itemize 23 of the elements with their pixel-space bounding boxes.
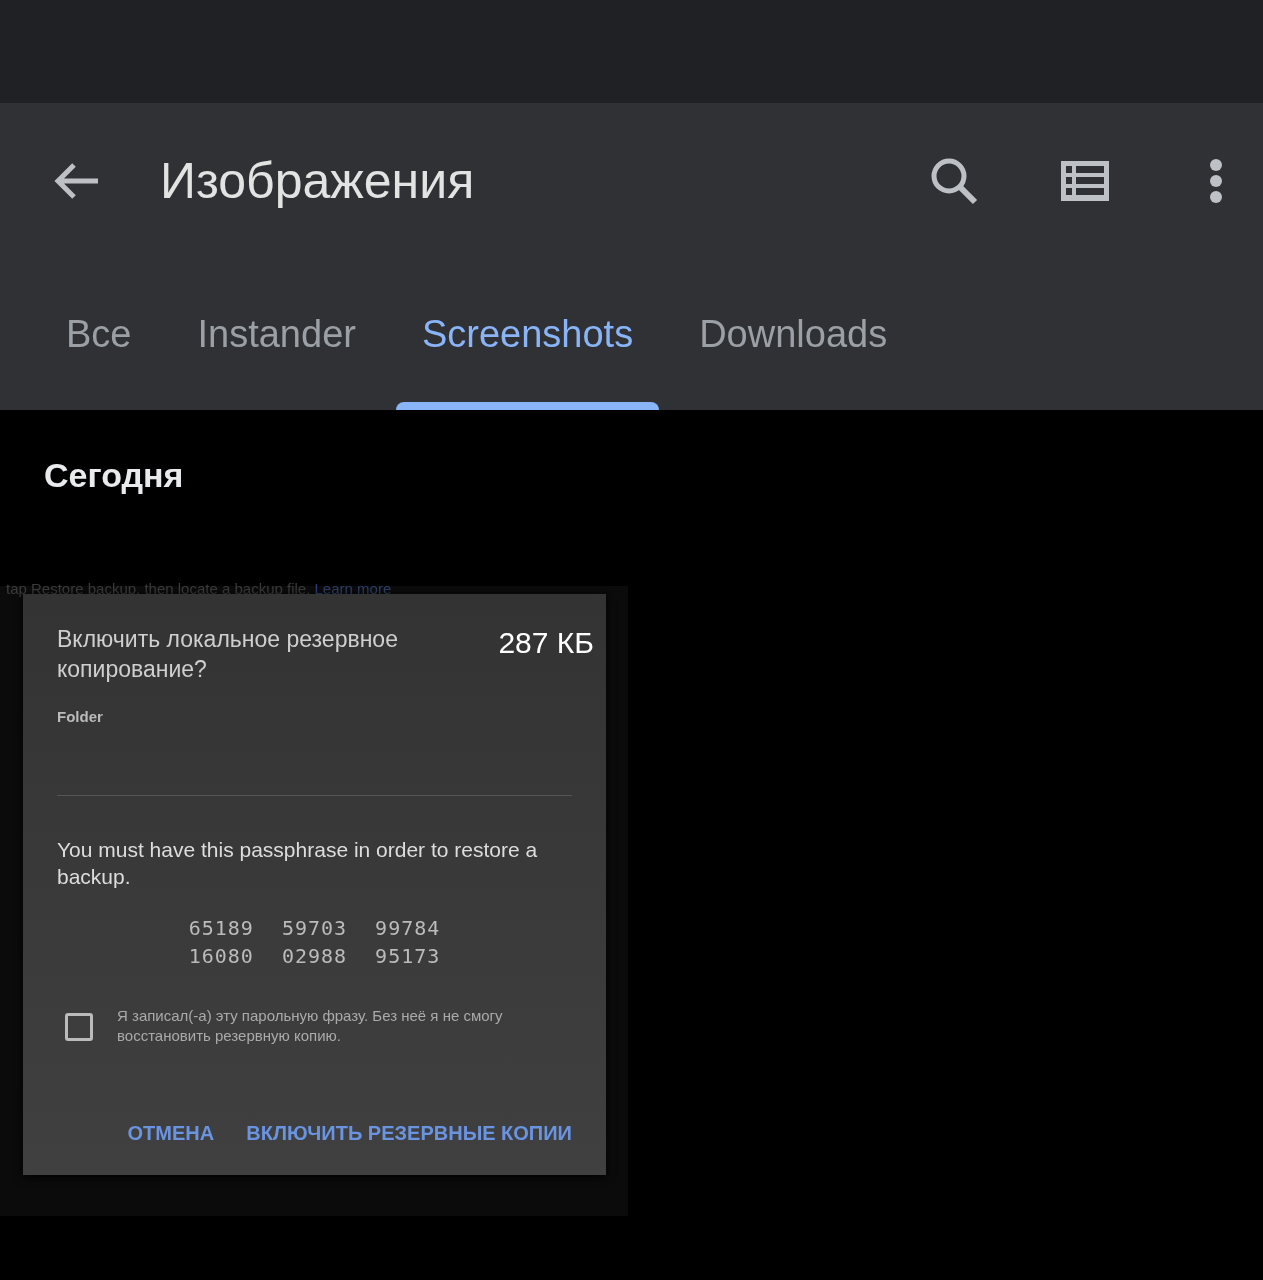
learn-more-link: Learn more [314, 580, 392, 597]
passphrase-word: 95173 [375, 944, 441, 968]
passphrase-word: 16080 [188, 944, 254, 968]
passphrase-word: 99784 [375, 916, 441, 940]
dialog-title: Включить локальное резервное копирование? [57, 625, 399, 684]
passphrase-word: 65189 [188, 916, 254, 940]
more-options-icon[interactable] [1209, 157, 1223, 204]
list-view-icon[interactable] [1061, 160, 1109, 201]
field-label: Folder [57, 708, 104, 725]
tab[interactable]: Instander [171, 258, 382, 410]
tab[interactable]: Downloads [673, 258, 914, 410]
section-heading: Сегодня [43, 455, 185, 496]
checkbox-label: Я записал(-а) эту парольную фразу. Без неё я не смогу восстановить резервную копию. [117, 1006, 504, 1046]
back-icon[interactable] [52, 160, 100, 201]
passphrase-word: 59703 [281, 916, 348, 940]
passphrase-word: 02988 [281, 944, 348, 968]
dialog-button: ОТМЕНА [127, 1122, 215, 1145]
file-size: 287 КБ [498, 626, 594, 660]
screen-title: Изображения [160, 151, 476, 210]
dialog-message: You must have this passphrase in order to restore a backup. [57, 837, 539, 890]
dialog-button: ВКЛЮЧИТЬ РЕЗЕРВНЫЕ КОПИИ [246, 1122, 572, 1145]
tab[interactable]: Screenshots [395, 258, 660, 410]
tab[interactable]: Все [40, 258, 158, 410]
